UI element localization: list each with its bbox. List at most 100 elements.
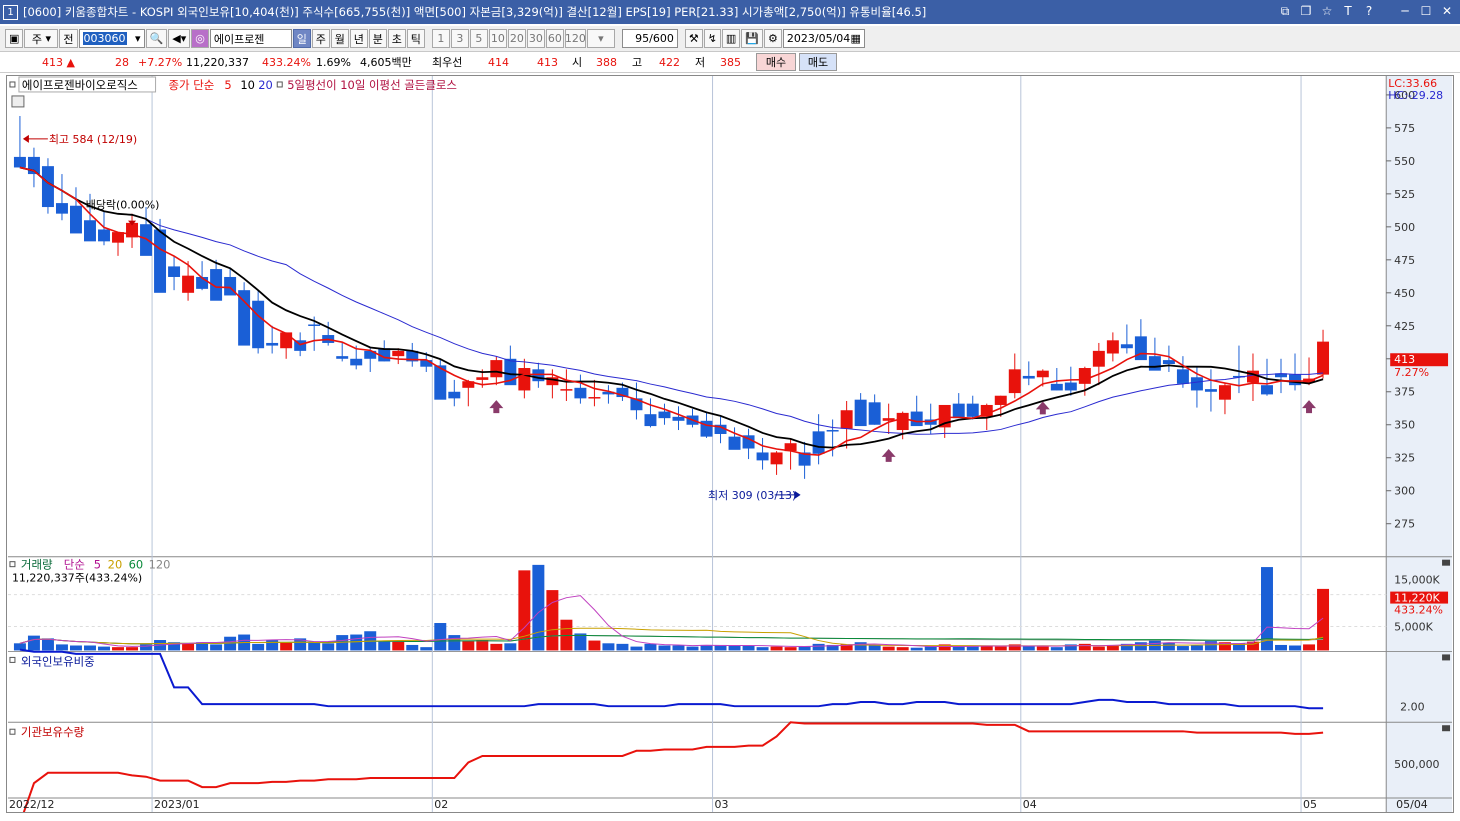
candle-body <box>1261 385 1273 395</box>
volume-bar <box>280 642 293 651</box>
legend-ma-label[interactable]: 종가 단순 <box>169 78 215 92</box>
interval-dropdown[interactable]: ▾ <box>586 29 615 48</box>
search-icon[interactable]: 🔍 <box>145 29 168 48</box>
legend-stock-name[interactable]: 에이프로젠바이오로직스 <box>22 78 138 92</box>
speaker-icon[interactable]: ◀▾ <box>168 29 191 48</box>
stock-chart[interactable]: 6005755505255004754504254003753503253002… <box>6 75 1454 813</box>
market-select[interactable]: 전 <box>59 29 78 48</box>
low-annotation: 최저 309 (03/13) <box>708 489 796 502</box>
volume-bar <box>658 645 671 651</box>
period-button[interactable]: 년 <box>349 29 368 48</box>
legend-ma10[interactable]: 10 <box>240 78 255 92</box>
volume-ma120[interactable]: 120 <box>149 558 171 572</box>
candle-body <box>266 342 279 346</box>
volume-axis-5000: 5,000K <box>1394 620 1433 633</box>
buy-button[interactable]: 매수 <box>756 53 796 71</box>
candle-body <box>448 391 461 399</box>
date-axis-label: 05/04 <box>1396 798 1428 811</box>
compare-icon[interactable]: ↯ <box>703 29 721 48</box>
volume-ma5[interactable]: 5 <box>94 558 101 572</box>
stock-name-field[interactable]: 에이프로젠 <box>209 29 292 48</box>
interval-button[interactable]: 3 <box>450 29 469 48</box>
candle-body <box>840 410 853 429</box>
current-price: 413 ▲ <box>42 55 75 69</box>
period-button[interactable]: 초 <box>387 29 406 48</box>
volume-bar <box>476 640 489 651</box>
interval-button[interactable]: 120 <box>564 29 586 48</box>
chart-layout-icon[interactable]: ▣ <box>5 29 24 48</box>
volume-ma-label[interactable]: 단순 <box>64 558 85 572</box>
volume-bar <box>616 643 629 651</box>
text-icon[interactable]: T <box>1341 3 1355 19</box>
period-button[interactable]: 분 <box>368 29 387 48</box>
candle-body <box>1092 350 1105 367</box>
interval-button[interactable]: 20 <box>507 29 526 48</box>
period-button[interactable]: 틱 <box>406 29 425 48</box>
date-axis-label: 2022/12 <box>9 798 55 811</box>
maximize-icon[interactable]: ☐ <box>1419 3 1433 19</box>
period-type-select[interactable]: 주 ▾ <box>24 29 59 48</box>
volume-bar <box>728 645 741 651</box>
sell-button[interactable]: 매도 <box>799 53 837 71</box>
volume-bar <box>868 644 881 651</box>
minimize-icon[interactable]: ─ <box>1398 3 1412 19</box>
settings-gear-icon[interactable]: ⚙ <box>764 29 782 48</box>
favorite-icon[interactable]: ◎ <box>191 29 209 48</box>
price-axis-label: 375 <box>1394 386 1415 399</box>
restore-icon[interactable]: ⧉ <box>1278 3 1292 19</box>
candle-body <box>1289 374 1301 386</box>
candle-body <box>1036 370 1049 378</box>
volume-bar <box>392 641 405 651</box>
candle-body <box>966 403 979 417</box>
calendar-icon[interactable]: ▦ <box>851 32 861 45</box>
save-icon[interactable]: 💾 <box>741 29 764 48</box>
candle-body <box>812 431 825 454</box>
help-icon[interactable]: ? <box>1362 3 1376 19</box>
foreign-panel-title[interactable]: 외국인보유비중 <box>21 654 95 668</box>
volume-title[interactable]: 거래량 <box>21 558 53 572</box>
volume-bar <box>378 641 391 651</box>
date-input[interactable]: 2023/05/04 ▦ <box>782 29 865 48</box>
candle-body <box>420 360 433 367</box>
volume-bar <box>126 647 139 651</box>
interval-button[interactable]: 30 <box>526 29 545 48</box>
grid-toggle-icon[interactable] <box>11 95 25 108</box>
data-count-field[interactable]: 95/600 <box>621 29 678 48</box>
open-label: 시 <box>572 56 583 69</box>
candle-body <box>1064 382 1077 391</box>
split-icon[interactable]: ▥ <box>721 29 741 48</box>
best-ask: 414 <box>488 55 509 69</box>
interval-button[interactable]: 10 <box>488 29 507 48</box>
close-icon[interactable]: ✕ <box>1440 3 1454 19</box>
volume-bar <box>756 647 769 651</box>
period-button[interactable]: 일 <box>292 29 311 48</box>
interval-button[interactable]: 5 <box>469 29 488 48</box>
price-axis-label: 300 <box>1394 485 1415 498</box>
candle-body <box>910 411 923 427</box>
legend-signal[interactable]: 5일평선이 10일 이평선 골든클로스 <box>287 78 457 92</box>
legend-ma20[interactable]: 20 <box>258 78 273 92</box>
inst-panel-title[interactable]: 기관보유수량 <box>21 725 85 739</box>
date-axis-label: 04 <box>1023 798 1037 811</box>
volume-ma20[interactable]: 20 <box>108 558 123 572</box>
candle-body <box>1148 356 1161 371</box>
volume-bar <box>434 623 447 651</box>
tile-icon[interactable]: ❐ <box>1299 3 1313 19</box>
volume-bar <box>742 645 755 651</box>
volume-ma60[interactable]: 60 <box>129 558 144 572</box>
interval-button[interactable]: 1 <box>431 29 450 48</box>
volume-bar <box>224 636 237 651</box>
period-button[interactable]: 주 <box>311 29 330 48</box>
volume-bar <box>630 646 643 651</box>
interval-button[interactable]: 60 <box>545 29 564 48</box>
volume-bar <box>672 645 685 651</box>
star-icon[interactable]: ☆ <box>1320 3 1334 19</box>
legend-ma5[interactable]: 5 <box>224 78 231 92</box>
price-tag: 413 <box>1394 353 1415 366</box>
chart-tools-icon[interactable]: ⚒ <box>684 29 703 48</box>
candle-body <box>69 205 82 234</box>
volume-bar <box>27 635 40 651</box>
volume-bar <box>112 647 124 651</box>
stock-code-input[interactable]: 003060 ▾ <box>78 29 145 48</box>
period-button[interactable]: 월 <box>330 29 349 48</box>
